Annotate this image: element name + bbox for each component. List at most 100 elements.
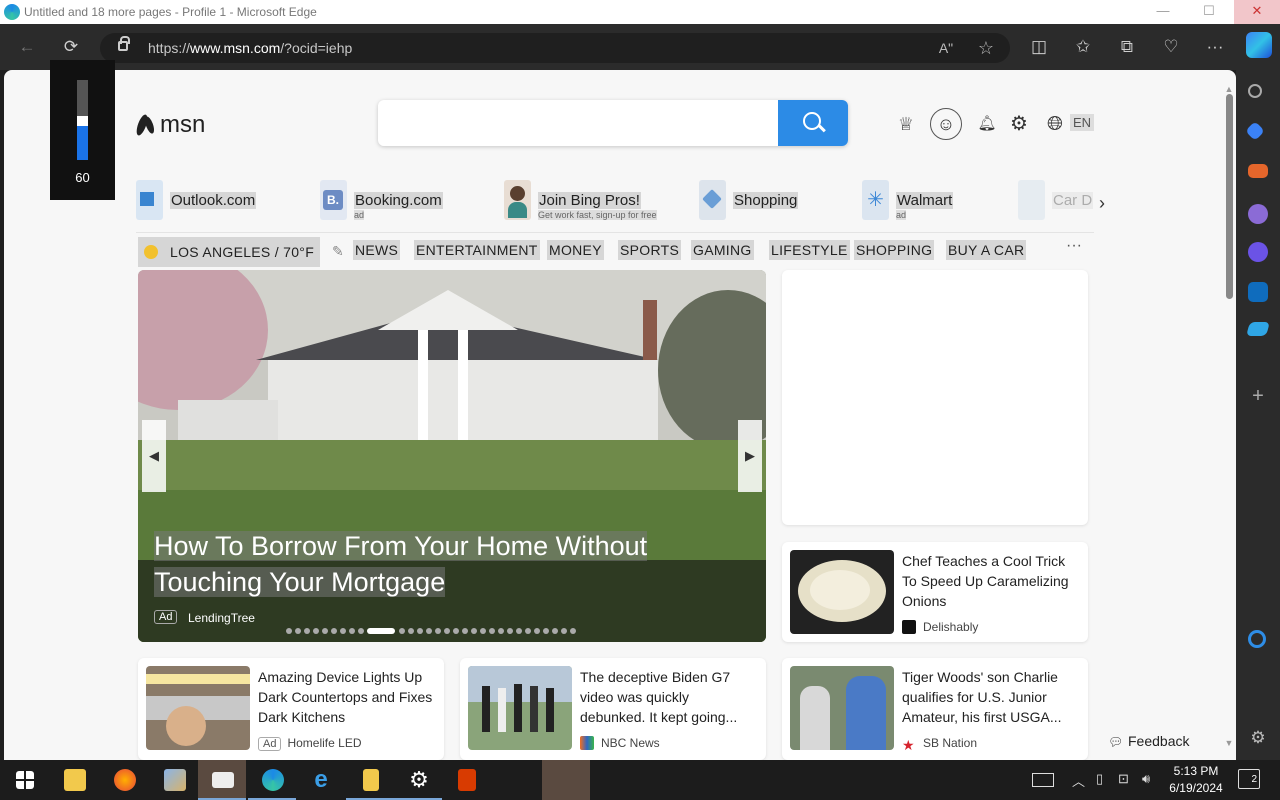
- collections-icon[interactable]: ⧉: [1112, 32, 1142, 62]
- taskbar-app-paint[interactable]: [150, 760, 198, 800]
- notifications-bell-icon[interactable]: 🔔︎: [976, 112, 998, 136]
- carousel-dot[interactable]: [417, 628, 423, 634]
- feedback-button[interactable]: 💬︎ Feedback: [1096, 724, 1222, 758]
- quick-link-outlook[interactable]: Outlook.com: [136, 178, 286, 224]
- carousel-dot[interactable]: [453, 628, 459, 634]
- news-card-device[interactable]: Amazing Device Lights Up Dark Countertop…: [138, 658, 444, 760]
- carousel-dot[interactable]: [331, 628, 337, 634]
- hero-carousel[interactable]: ◀ ▶ How To Borrow From Your Home Without…: [138, 270, 766, 642]
- battery-icon[interactable]: ▯: [1096, 771, 1103, 787]
- url-text[interactable]: https://www.msn.com/?ocid=iehp: [148, 40, 352, 56]
- quick-link-car[interactable]: Car D: [1018, 178, 1098, 224]
- taskbar-office[interactable]: [442, 760, 490, 800]
- taskbar-open-window[interactable]: [542, 760, 590, 800]
- hero-prev-button[interactable]: ◀: [142, 420, 166, 492]
- taskbar-firefox[interactable]: [100, 760, 148, 800]
- search-box[interactable]: [378, 100, 848, 146]
- carousel-dot[interactable]: [534, 628, 540, 634]
- scroll-down-icon[interactable]: ▼: [1224, 738, 1234, 748]
- carousel-dot[interactable]: [399, 628, 405, 634]
- sidebar-tools-icon[interactable]: [1248, 164, 1268, 178]
- carousel-dot[interactable]: [561, 628, 567, 634]
- nav-lifestyle[interactable]: LIFESTYLE: [769, 240, 850, 260]
- nav-gaming[interactable]: GAMING: [691, 240, 754, 260]
- carousel-dot[interactable]: [444, 628, 450, 634]
- quick-link-booking[interactable]: B. Booking.com ad: [320, 178, 470, 224]
- nav-more-icon[interactable]: ···: [1066, 237, 1082, 255]
- carousel-dot[interactable]: [462, 628, 468, 634]
- close-button[interactable]: ✕: [1234, 0, 1280, 24]
- scroll-thumb[interactable]: [1226, 94, 1233, 299]
- msn-logo[interactable]: msn: [136, 110, 205, 139]
- carousel-dot[interactable]: [304, 628, 310, 634]
- nav-news[interactable]: NEWS: [353, 240, 401, 260]
- sidebar-add-icon[interactable]: +: [1248, 386, 1268, 406]
- sidebar-shopping-icon[interactable]: [1245, 121, 1265, 141]
- back-button[interactable]: ←: [12, 32, 42, 62]
- quick-links-next-icon[interactable]: ›: [1099, 193, 1105, 214]
- carousel-dot[interactable]: [426, 628, 432, 634]
- carousel-dot[interactable]: [408, 628, 414, 634]
- carousel-dot[interactable]: [498, 628, 504, 634]
- sidebar-drop-icon[interactable]: [1246, 322, 1270, 336]
- taskbar-settings[interactable]: ⚙: [394, 760, 442, 800]
- side-news-card[interactable]: Chef Teaches a Cool Trick To Speed Up Ca…: [782, 542, 1088, 642]
- profile-icon[interactable]: ☺: [930, 108, 962, 140]
- sidebar-outlook-icon[interactable]: [1248, 282, 1268, 302]
- volume-track[interactable]: [77, 80, 88, 160]
- quick-link-shopping[interactable]: Shopping: [699, 178, 839, 224]
- network-icon[interactable]: ⊡: [1118, 771, 1129, 787]
- sidebar-settings-icon[interactable]: ⚙: [1248, 728, 1268, 748]
- browser-health-icon[interactable]: ♡: [1156, 32, 1186, 62]
- taskbar-edge[interactable]: [248, 760, 296, 800]
- scroll-up-icon[interactable]: ▲: [1224, 84, 1234, 94]
- start-button[interactable]: [0, 760, 48, 800]
- more-menu-icon[interactable]: ···: [1200, 32, 1230, 62]
- carousel-dot[interactable]: [570, 628, 576, 634]
- notification-center-icon[interactable]: 2: [1238, 769, 1260, 789]
- taskbar-mail[interactable]: [198, 760, 246, 800]
- carousel-dot[interactable]: [313, 628, 319, 634]
- carousel-dot[interactable]: [358, 628, 364, 634]
- news-card-tiger-woods[interactable]: Tiger Woods' son Charlie qualifies for U…: [782, 658, 1088, 760]
- taskbar-file-explorer[interactable]: [50, 760, 98, 800]
- volume-knob[interactable]: [77, 116, 88, 126]
- speaker-icon[interactable]: 🔊︎: [1142, 771, 1150, 787]
- search-input[interactable]: [378, 100, 778, 146]
- carousel-dot[interactable]: [295, 628, 301, 634]
- nav-money[interactable]: MONEY: [547, 240, 604, 260]
- carousel-dot[interactable]: [349, 628, 355, 634]
- carousel-dot[interactable]: [507, 628, 513, 634]
- language-label[interactable]: EN: [1070, 114, 1095, 131]
- refresh-button[interactable]: ⟳: [56, 32, 86, 62]
- weather-widget[interactable]: LOS ANGELES / 70°F ✎: [138, 237, 344, 267]
- hero-next-button[interactable]: ▶: [738, 420, 762, 492]
- maximize-button[interactable]: ☐: [1186, 0, 1232, 24]
- clock[interactable]: 5:13 PM 6/19/2024: [1160, 763, 1232, 797]
- carousel-dot[interactable]: [480, 628, 486, 634]
- taskbar-files[interactable]: [346, 760, 394, 800]
- favorites-icon[interactable]: ✩: [1068, 32, 1098, 62]
- carousel-dot[interactable]: [489, 628, 495, 634]
- carousel-dot[interactable]: [552, 628, 558, 634]
- carousel-dot[interactable]: [516, 628, 522, 634]
- rewards-icon[interactable]: ♕: [894, 112, 918, 136]
- minimize-button[interactable]: —: [1140, 0, 1186, 24]
- carousel-dot[interactable]: [340, 628, 346, 634]
- taskbar-internet-explorer[interactable]: e: [296, 760, 344, 800]
- split-screen-icon[interactable]: ◫: [1024, 32, 1054, 62]
- carousel-dot[interactable]: [435, 628, 441, 634]
- carousel-dot[interactable]: [286, 628, 292, 634]
- carousel-dot[interactable]: [322, 628, 328, 634]
- carousel-dot[interactable]: [525, 628, 531, 634]
- lock-icon[interactable]: [118, 36, 130, 51]
- sidebar-games-icon[interactable]: [1248, 204, 1268, 224]
- nav-buy-a-car[interactable]: BUY A CAR: [946, 240, 1027, 260]
- carousel-dot-active[interactable]: [367, 628, 395, 634]
- page-scrollbar[interactable]: ▲ ▼: [1224, 84, 1234, 750]
- carousel-dot[interactable]: [471, 628, 477, 634]
- copilot-icon[interactable]: [1246, 32, 1272, 58]
- nav-shopping[interactable]: SHOPPING: [854, 240, 935, 260]
- keyboard-icon[interactable]: [1032, 773, 1054, 787]
- edit-location-icon[interactable]: ✎: [332, 243, 344, 260]
